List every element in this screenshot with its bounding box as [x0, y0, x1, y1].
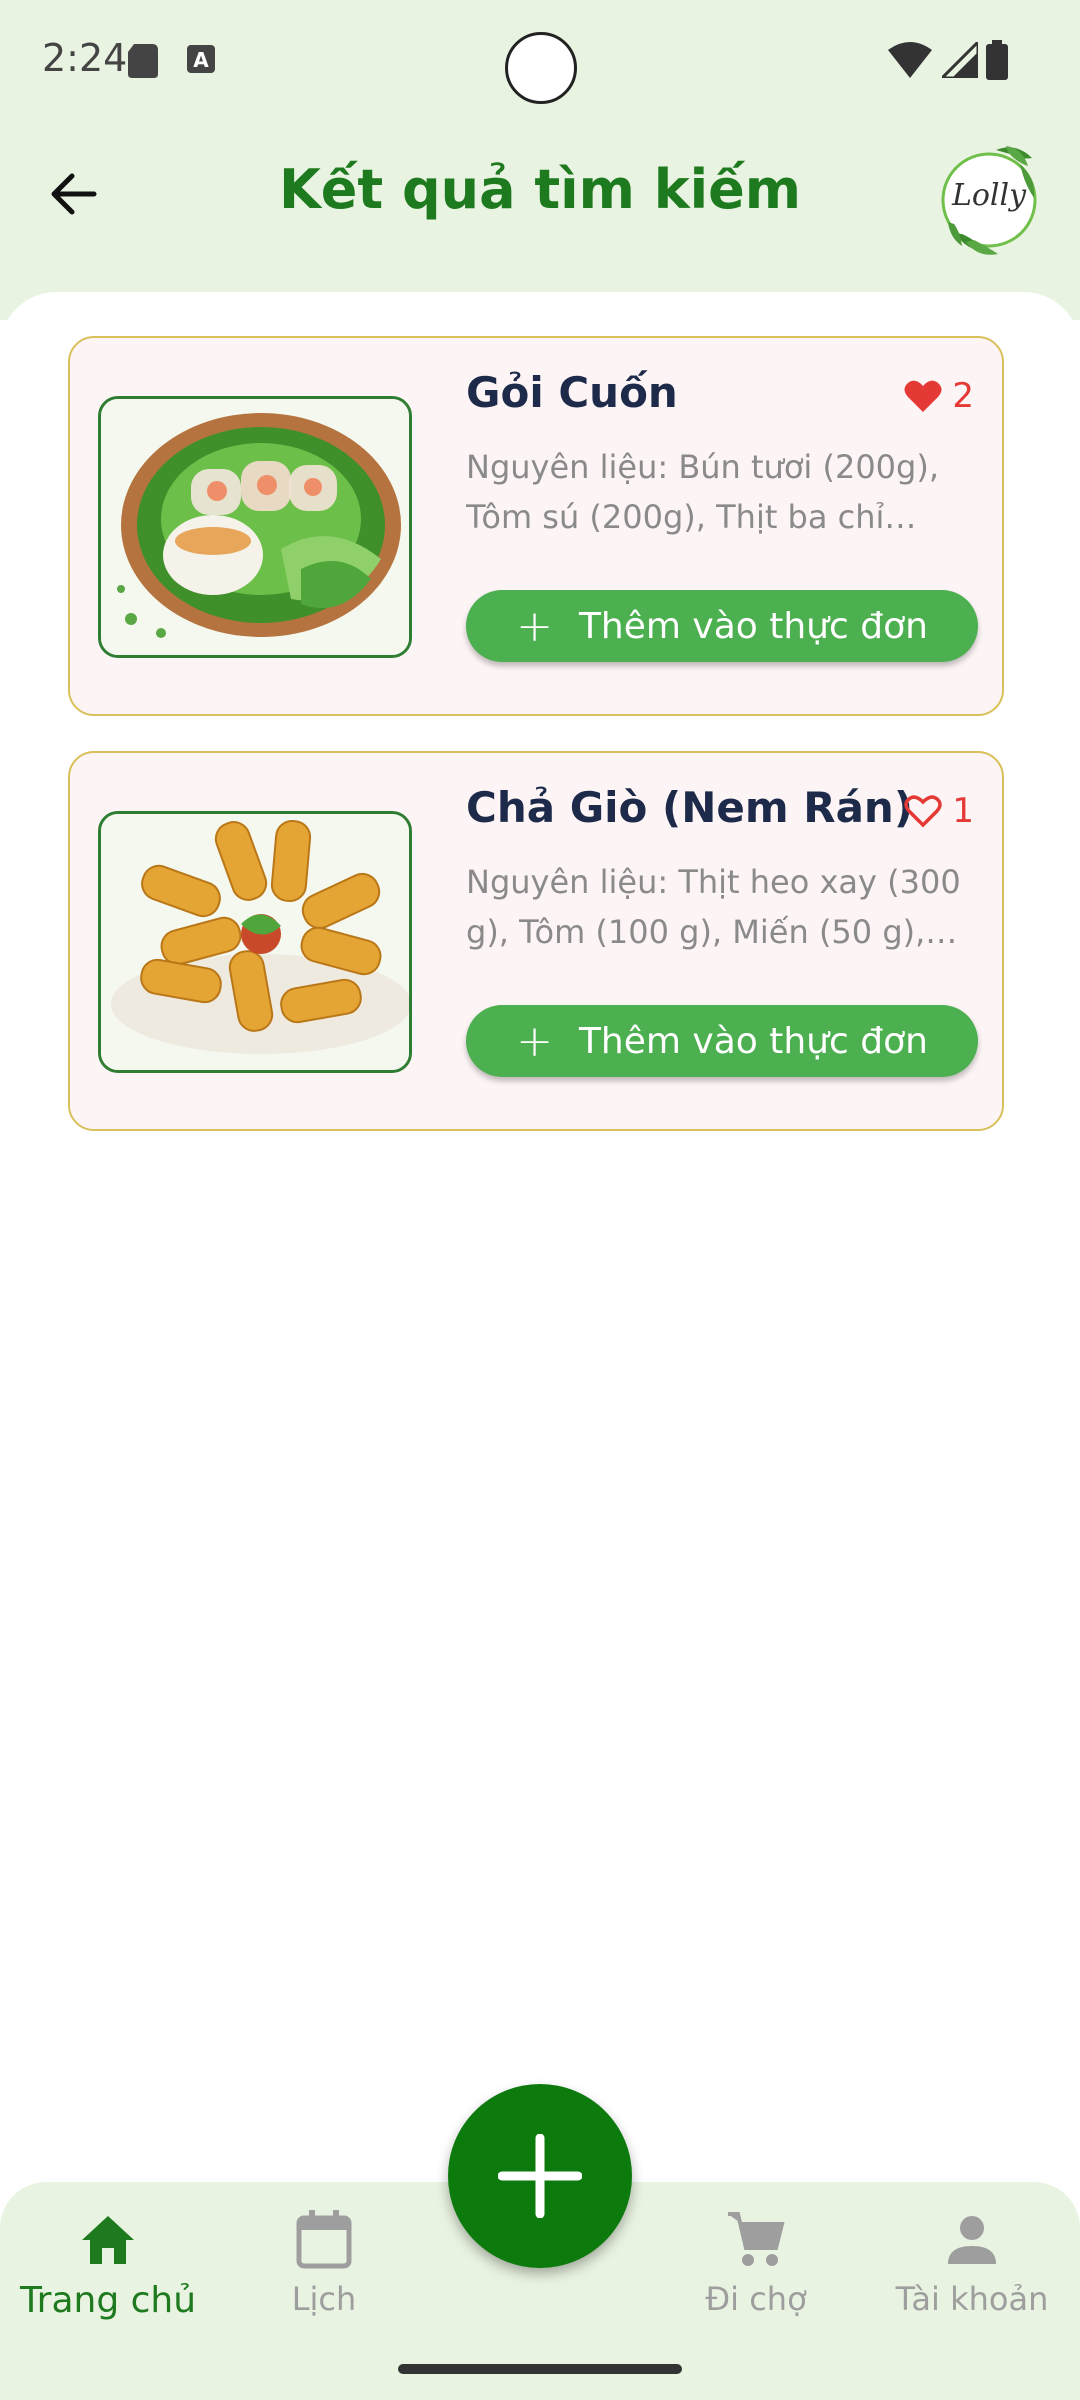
like-count: 1 — [952, 791, 974, 831]
sd-card-icon — [128, 44, 158, 78]
add-to-menu-label: Thêm vào thực đơn — [578, 605, 928, 647]
camera-cutout — [505, 32, 577, 104]
cart-icon — [728, 2212, 785, 2266]
svg-text:A: A — [193, 48, 209, 72]
like-button[interactable]: 2 — [904, 376, 974, 416]
like-button[interactable]: 1 — [904, 791, 974, 831]
logo-text: Lolly — [951, 178, 1027, 213]
status-bar: 2:24 A — [0, 0, 1080, 120]
heart-filled-icon — [904, 380, 942, 412]
nav-label-market: Đi chợ — [705, 2280, 807, 2318]
keyboard-a-icon: A — [187, 45, 215, 73]
calendar-icon — [296, 2210, 352, 2269]
nav-item-market[interactable]: Đi chợ — [656, 2208, 856, 2318]
like-count: 2 — [952, 376, 974, 416]
recipe-ingredients: Nguyên liệu: Bún tươi (200g), Tôm sú (20… — [466, 448, 939, 536]
add-to-menu-label: Thêm vào thực đơn — [578, 1020, 928, 1062]
home-indicator[interactable] — [398, 2364, 682, 2374]
status-time: 2:24 — [42, 36, 128, 80]
recipe-title: Chả Giò (Nem Rán) — [466, 783, 914, 832]
recipe-card[interactable]: Chả Giò (Nem Rán) 1 Nguyên liệu: Thịt he… — [68, 751, 1004, 1131]
page-title: Kết quả tìm kiếm — [278, 158, 802, 221]
add-to-menu-button[interactable]: + Thêm vào thực đơn — [466, 590, 978, 662]
nav-label-home: Trang chủ — [19, 2280, 197, 2321]
add-to-menu-button[interactable]: + Thêm vào thực đơn — [466, 1005, 978, 1077]
nav-label-account: Tài khoản — [895, 2280, 1049, 2318]
recipe-image[interactable] — [98, 811, 412, 1073]
recipe-ingredients: Nguyên liệu: Thịt heo xay (300 g), Tôm (… — [466, 863, 961, 951]
heart-outline-icon — [904, 795, 943, 828]
recipe-title: Gỏi Cuốn — [466, 368, 678, 417]
results-sheet: Gỏi Cuốn 2 Nguyên liệu: Bún tươi (200g),… — [0, 292, 1080, 2192]
nav-item-account[interactable]: Tài khoản — [872, 2208, 1072, 2318]
nav-item-calendar[interactable]: Lịch — [224, 2208, 424, 2318]
signal-icon — [942, 42, 978, 78]
plus-icon: + — [516, 600, 553, 652]
fried-rolls-image — [101, 814, 409, 1070]
plus-icon — [498, 2134, 582, 2218]
person-icon — [948, 2216, 996, 2264]
recipe-card[interactable]: Gỏi Cuốn 2 Nguyên liệu: Bún tươi (200g),… — [68, 336, 1004, 716]
nav-label-calendar: Lịch — [291, 2280, 357, 2318]
app-logo: Lolly — [936, 138, 1042, 262]
recipe-image[interactable] — [98, 396, 412, 658]
home-icon — [82, 2216, 134, 2264]
nav-item-home[interactable]: Trang chủ — [8, 2208, 208, 2321]
add-fab-button[interactable] — [448, 2084, 632, 2268]
wifi-icon — [888, 42, 932, 78]
battery-icon — [986, 40, 1008, 80]
plus-icon: + — [516, 1015, 553, 1067]
spring-rolls-image — [101, 399, 409, 655]
